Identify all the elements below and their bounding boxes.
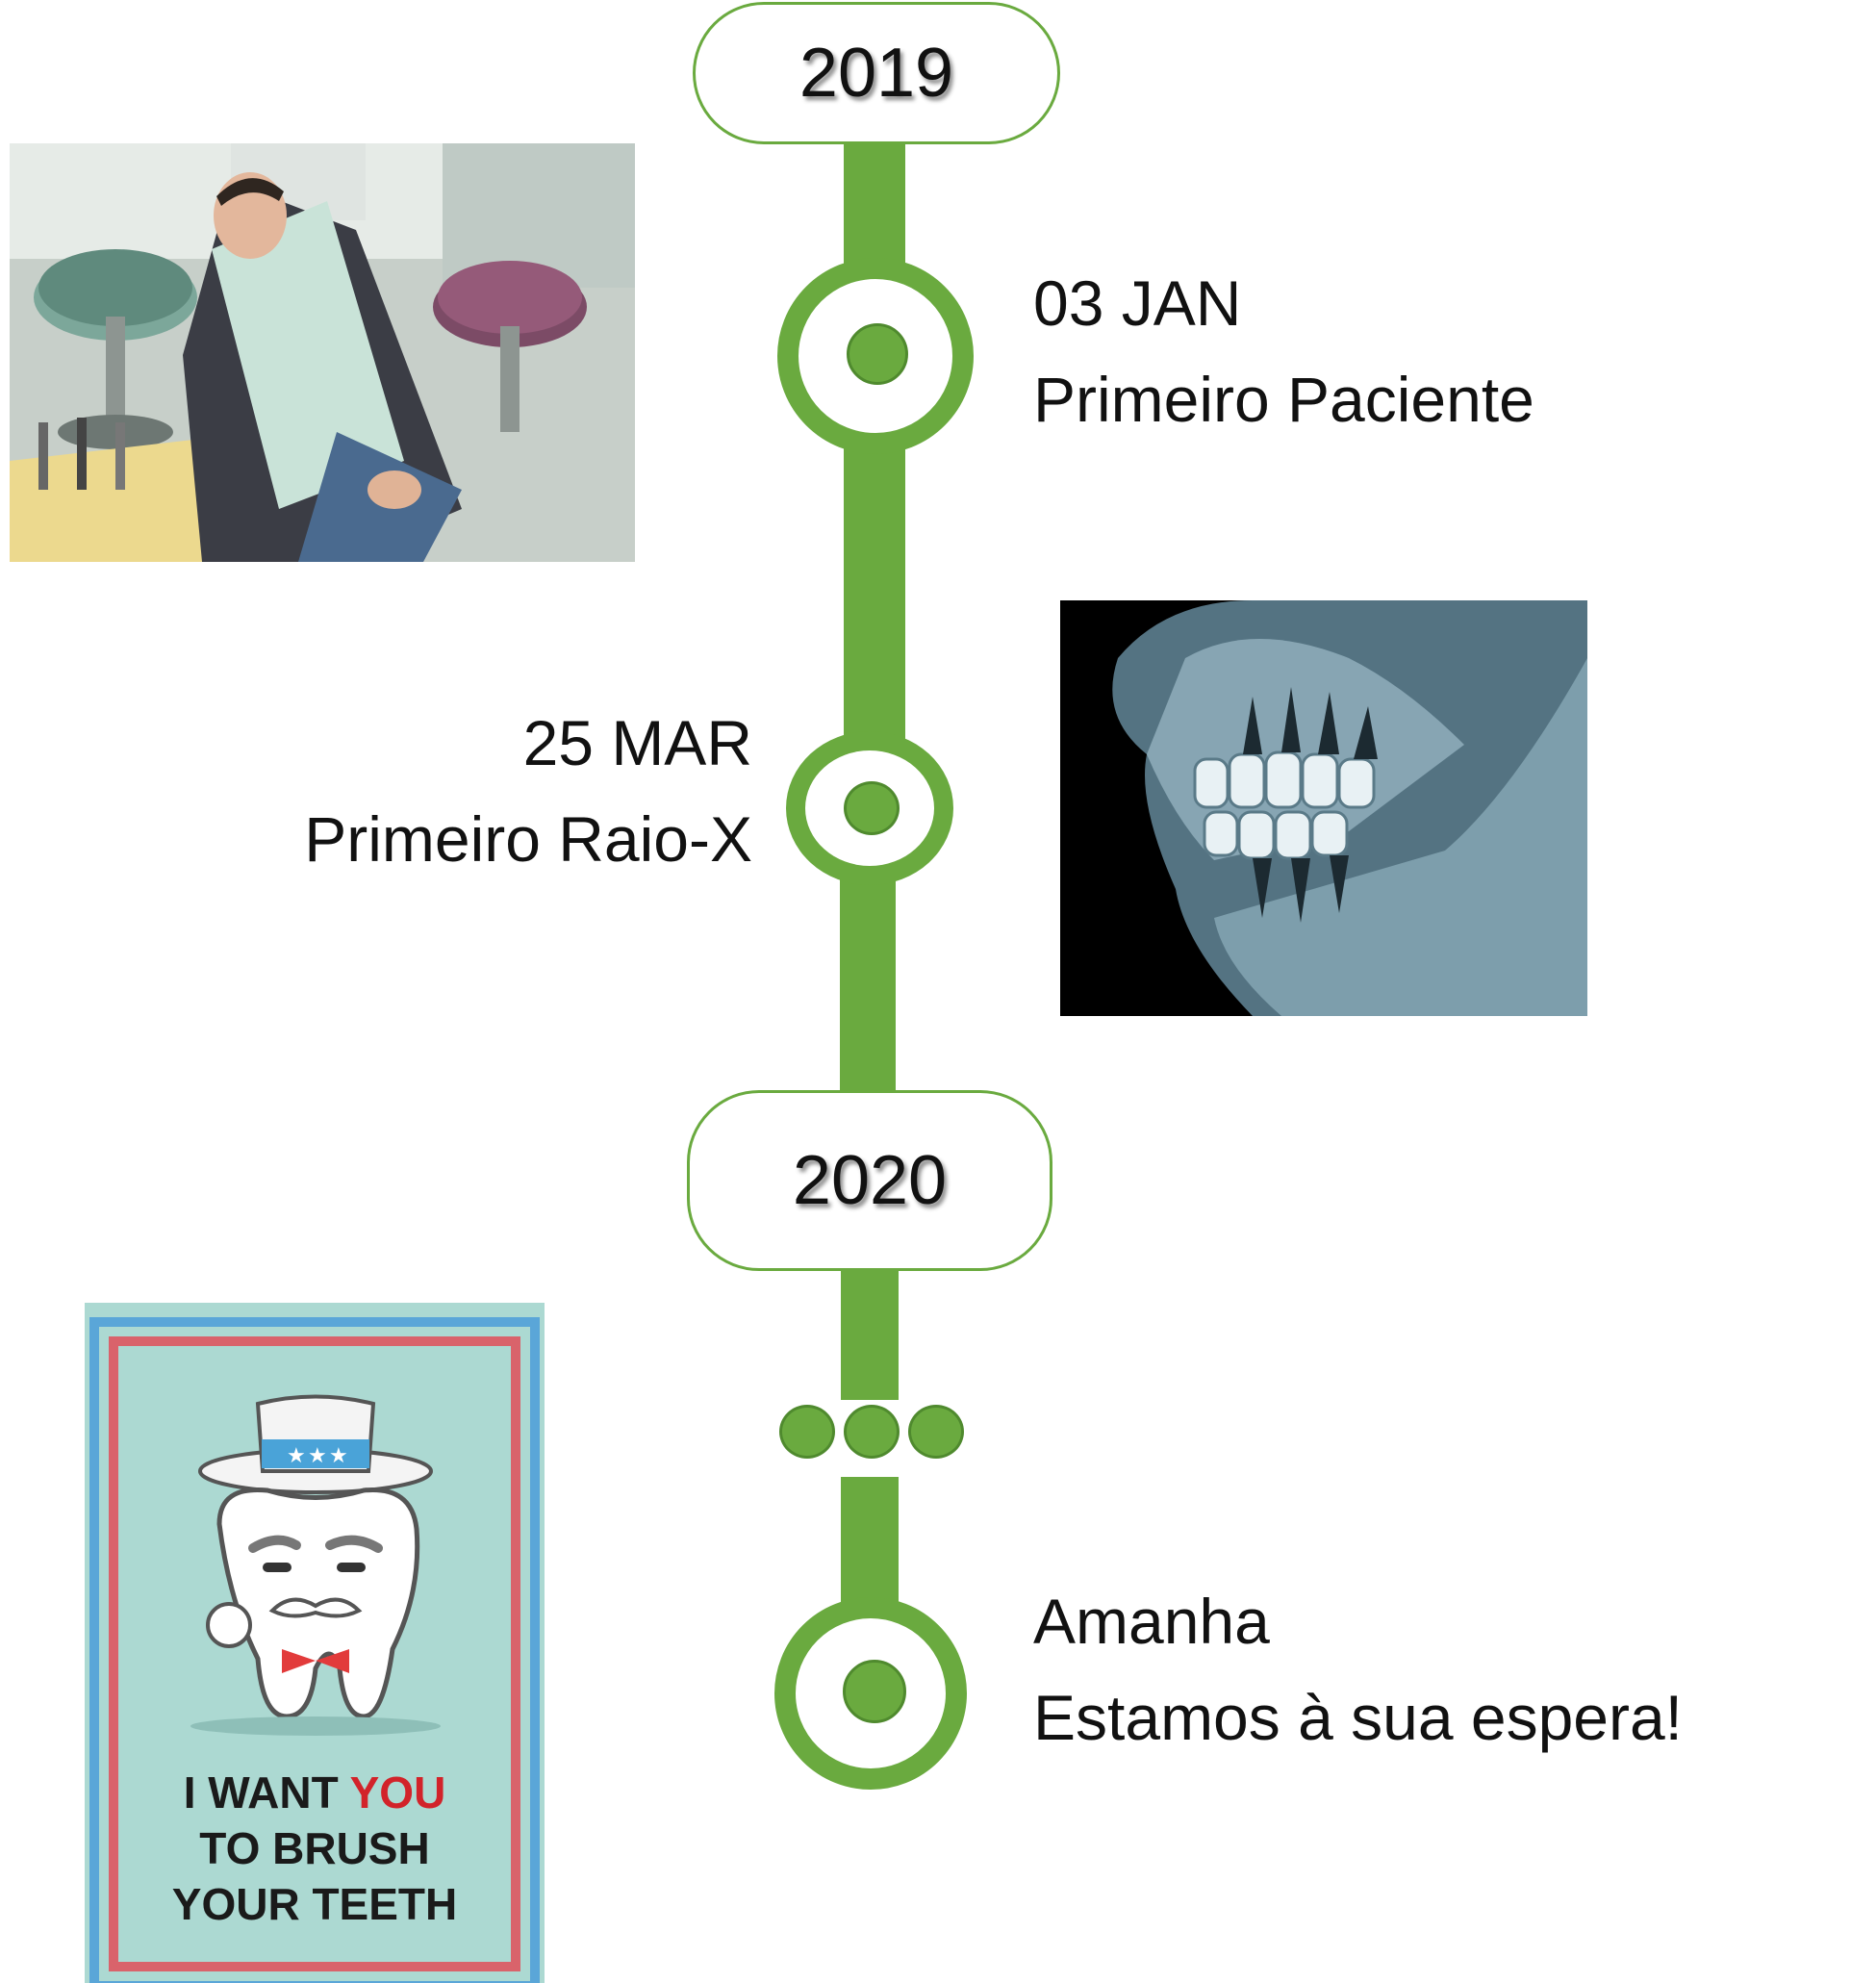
event-title: Primeiro Paciente (1033, 364, 1534, 435)
timeline-spine-end (841, 1477, 899, 1612)
year-label: 2019 (799, 35, 954, 112)
event-label-1: 03 JAN Primeiro Paciente (1033, 255, 1534, 447)
poster-line-3: YOUR TEETH (171, 1879, 458, 1929)
timeline-spine-lower (840, 866, 896, 1102)
timeline-spine-bottom (841, 1270, 899, 1400)
year-marker-2020: 2020 (687, 1090, 1052, 1271)
ellipsis-dot (779, 1405, 835, 1459)
event-date: 25 MAR (522, 707, 752, 778)
event-title: Primeiro Raio-X (304, 803, 752, 875)
poster-line-2: TO BRUSH (199, 1823, 430, 1873)
event-node-dot (843, 1660, 906, 1723)
svg-text:★: ★ (329, 1444, 348, 1468)
ellipsis-dot (844, 1405, 900, 1459)
svg-text:★: ★ (287, 1444, 306, 1468)
xray-svg (1060, 600, 1587, 1016)
event-date: 03 JAN (1033, 267, 1242, 339)
dental-xray-image (1060, 600, 1587, 1016)
poster-text: I WANT YOU TO BRUSH YOUR TEETH (85, 1765, 545, 1932)
event-date: Amanha (1033, 1586, 1270, 1657)
poster-line-1a: I WANT (183, 1767, 350, 1818)
poster-line-1b: YOU (349, 1767, 446, 1818)
event-label-3: Amanha Estamos à sua espera! (1033, 1573, 1683, 1766)
event-label-2: 25 MAR Primeiro Raio-X (231, 695, 752, 887)
year-marker-2019: 2019 (693, 2, 1060, 144)
timeline-spine-mid (844, 433, 905, 750)
svg-text:★: ★ (308, 1444, 327, 1468)
event-node-dot (844, 781, 900, 835)
ellipsis-dot (908, 1405, 964, 1459)
event-node-dot (847, 323, 908, 385)
dentist-chair-patient-photo (10, 143, 635, 562)
year-label: 2020 (792, 1142, 948, 1219)
dentist-photo-svg (10, 143, 635, 562)
poster-line-1: I WANT YOU (85, 1765, 545, 1820)
tooth-poster-illustration: ★ ★ ★ I WANT YOU TO BRUSH YOUR TEETH (85, 1303, 545, 1983)
event-title: Estamos à sua espera! (1033, 1682, 1684, 1753)
